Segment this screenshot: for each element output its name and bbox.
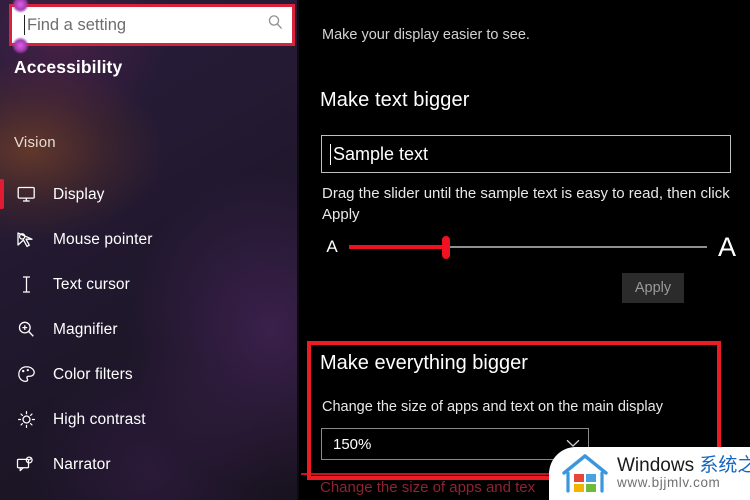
intro-text: Make your display easier to see. <box>322 27 530 43</box>
watermark-brand-cn: 系统之家 <box>699 455 750 477</box>
sidebar-item-label: Narrator <box>53 455 111 473</box>
sidebar-item-mouse-pointer[interactable]: Mouse pointer <box>0 217 299 262</box>
palette-icon <box>14 364 38 386</box>
narrator-icon <box>14 454 38 476</box>
watermark-text: Windows 系统之家 www.bjjmlv.com <box>617 456 750 490</box>
monitor-icon <box>14 184 38 206</box>
sidebar-item-label: Color filters <box>53 365 133 383</box>
text-size-slider[interactable]: A A <box>321 231 741 263</box>
magnifier-icon <box>14 319 38 341</box>
sidebar-item-label: Magnifier <box>53 320 118 338</box>
settings-window: Accessibility Vision Display <box>0 0 750 500</box>
apply-button[interactable]: Apply <box>622 273 684 303</box>
sample-text-box: Sample text <box>321 135 731 173</box>
search-text-caret <box>24 15 25 35</box>
text-cursor-icon <box>14 274 38 296</box>
sidebar-item-high-contrast[interactable]: High contrast <box>0 397 299 442</box>
search-icon[interactable] <box>267 14 284 36</box>
slider-max-label: A <box>717 231 736 262</box>
main-content: Make your display easier to see. Make te… <box>301 0 750 500</box>
watermark: Windows 系统之家 www.bjjmlv.com <box>549 447 750 500</box>
brightness-icon <box>14 409 38 431</box>
sample-text-caret <box>330 143 331 165</box>
scale-dropdown-value: 150% <box>333 435 372 453</box>
sidebar-item-label: Display <box>53 185 105 203</box>
page-title: Accessibility <box>14 57 123 77</box>
sidebar-item-label: High contrast <box>53 410 146 428</box>
sidebar-item-text-cursor[interactable]: Text cursor <box>0 262 299 307</box>
slider-min-label: A <box>326 237 338 256</box>
windows-house-logo-icon <box>561 453 609 495</box>
scale-dropdown[interactable]: 150% <box>321 428 589 460</box>
sidebar-nav-list: Display Mouse pointer Text cursor Magnif… <box>0 172 299 487</box>
slider-track-wrap[interactable] <box>349 231 707 263</box>
sidebar-item-color-filters[interactable]: Color filters <box>0 352 299 397</box>
sidebar-item-narrator[interactable]: Narrator <box>0 442 299 487</box>
sidebar-item-label: Text cursor <box>53 275 130 293</box>
search-input[interactable] <box>27 15 261 35</box>
watermark-brand: Windows 系统之家 <box>617 456 750 476</box>
search-box[interactable] <box>9 4 295 46</box>
watermark-brand-en: Windows <box>617 455 700 477</box>
slider-thumb[interactable] <box>441 236 450 259</box>
sample-text: Sample text <box>333 143 429 164</box>
slider-fill <box>349 245 446 249</box>
section-title-make-everything-bigger: Make everything bigger <box>320 352 528 374</box>
sidebar-item-label: Mouse pointer <box>53 230 153 248</box>
sidebar-item-magnifier[interactable]: Magnifier <box>0 307 299 352</box>
sidebar-item-display[interactable]: Display <box>0 172 299 217</box>
sidebar: Accessibility Vision Display <box>0 0 299 500</box>
slider-help-text: Drag the slider until the sample text is… <box>322 185 730 223</box>
mouse-pointer-icon <box>14 229 38 251</box>
section-title-make-text-bigger: Make text bigger <box>320 89 470 111</box>
watermark-url: www.bjjmlv.com <box>617 475 721 491</box>
sidebar-group-header: Vision <box>14 134 56 151</box>
bottom-partial-text: Change the size of apps and tex <box>320 479 536 496</box>
make-everything-bigger-description: Change the size of apps and text on the … <box>322 399 663 415</box>
